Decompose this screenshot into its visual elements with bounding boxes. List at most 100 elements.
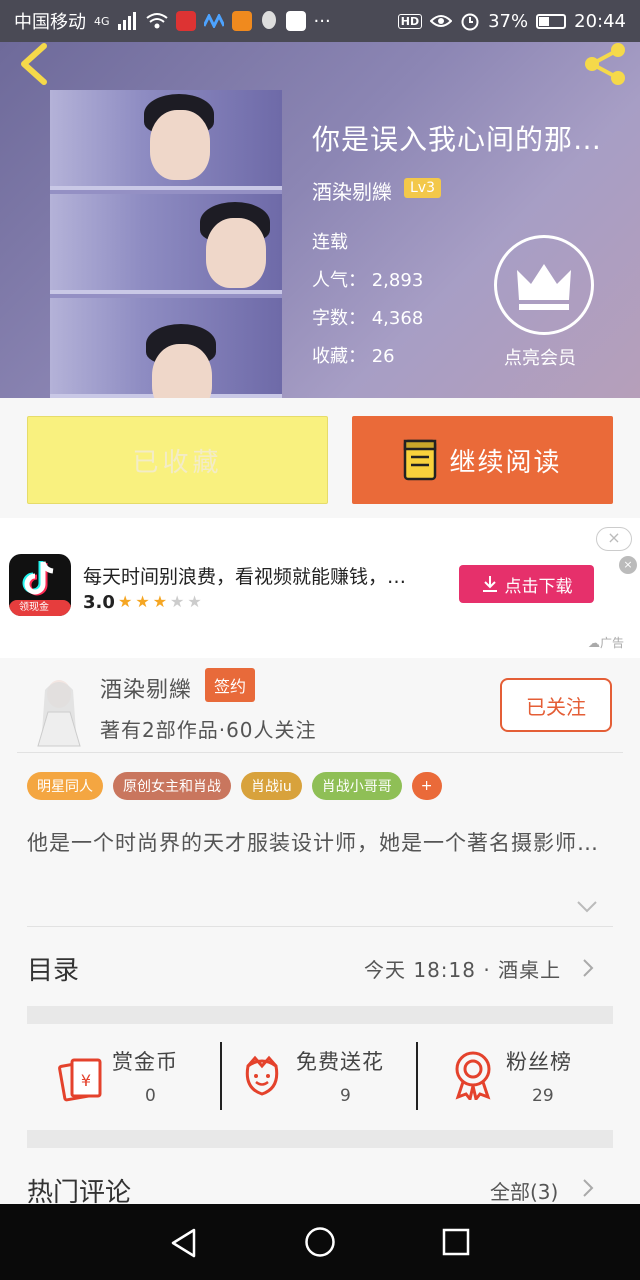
reward-coins-button[interactable]: ¥ (56, 1054, 104, 1106)
divider (220, 1042, 222, 1110)
qq-icon (261, 11, 276, 29)
system-nav-bar (0, 1204, 640, 1280)
favorites-row: 收藏： 26 (312, 342, 395, 368)
favorites-label: 收藏： (312, 346, 366, 367)
popularity-row: 人气： 2,893 (312, 266, 423, 292)
ad-label: ☁广告 (588, 634, 624, 651)
tag-item[interactable]: 原创女主和肖战 (113, 772, 231, 800)
star-icon: ★ (152, 592, 171, 611)
reward-coins-value: 0 (145, 1086, 156, 1106)
favorites-value: 26 (371, 346, 395, 367)
words-row: 字数： 4,368 (312, 304, 423, 330)
app-icon (203, 14, 224, 28)
tag-item[interactable]: 明星同人 (27, 772, 103, 800)
chevron-right-icon[interactable] (582, 958, 594, 978)
back-icon[interactable] (14, 42, 54, 86)
vip-label: 点亮会员 (504, 348, 576, 369)
back-nav-icon[interactable] (170, 1228, 198, 1258)
catalog-title[interactable]: 目录 (27, 950, 79, 987)
popularity-value: 2,893 (371, 270, 424, 291)
ad-download-button[interactable]: 点击下载 (459, 565, 594, 603)
clock: 20:44 (574, 10, 626, 32)
hd-badge: HD (397, 13, 423, 29)
battery-percent: 37% (488, 10, 529, 32)
ad-download-label: 点击下载 (504, 576, 573, 597)
follow-button[interactable]: 已关注 (500, 678, 612, 732)
words-value: 4,368 (371, 308, 424, 329)
alarm-icon (461, 13, 479, 31)
book-author[interactable]: 酒染剔纅 (312, 176, 392, 205)
recents-nav-icon[interactable] (442, 1228, 470, 1256)
download-icon (482, 576, 497, 592)
star-icon: ★ (187, 592, 205, 611)
network-label: 4G (94, 14, 110, 28)
ad-banner[interactable]: 领现金 每天时间别浪费，看视频就能赚钱，… 3.0 ★★★★★ 点击下载 × ×… (0, 518, 640, 658)
more-notifications: ··· (313, 10, 331, 32)
ad-text: 每天时间别浪费，看视频就能赚钱，… (83, 566, 407, 588)
continue-reading-label: 继续阅读 (449, 447, 562, 478)
chevron-right-icon[interactable] (582, 1178, 594, 1198)
details-section (0, 658, 640, 1204)
ad-rating: 3.0 (83, 592, 115, 613)
flower-icon (245, 1055, 279, 1096)
carrier-label: 中国移动 (14, 12, 86, 33)
favorited-button[interactable]: 已收藏 (27, 416, 328, 504)
ad-dismiss-button[interactable]: × (619, 556, 637, 574)
star-icon: ★ (135, 592, 153, 611)
book-description: 他是一个时尚界的天才服装设计师，她是一个著名摄影师… (27, 831, 599, 855)
author-name[interactable]: 酒染剔纅 (100, 672, 192, 704)
ad-stars: ★★★★★ (118, 592, 205, 611)
popularity-label: 人气： (312, 270, 366, 291)
author-avatar[interactable] (28, 672, 90, 748)
mic-app-icon (175, 11, 196, 31)
all-comments-link[interactable]: 全部(3) (490, 1176, 558, 1205)
star-icon: ★ (118, 592, 136, 611)
star-icon: ★ (170, 592, 188, 611)
catalog-latest[interactable]: 今天 18:18 · 酒桌上 (364, 954, 561, 983)
section-separator (27, 1006, 613, 1024)
signal-icon (117, 12, 136, 30)
cloud-icon: ☁ (588, 636, 600, 650)
free-flower-value: 9 (340, 1086, 351, 1106)
more-tags-button[interactable]: + (411, 772, 442, 800)
status-bar: 中国移动 4G ··· HD 37% 20:44 (0, 0, 640, 42)
words-label: 字数： (312, 308, 366, 329)
book-icon (404, 439, 437, 481)
divider (17, 752, 623, 753)
ad-icon-tag: 领现金 (9, 600, 71, 616)
svg-text:¥: ¥ (81, 1071, 91, 1090)
send-flower-button[interactable] (242, 1054, 282, 1104)
share-icon[interactable] (582, 42, 628, 88)
fans-ranking-label: 粉丝榜 (506, 1050, 572, 1074)
home-nav-icon[interactable] (304, 1226, 336, 1258)
expand-chevron-icon[interactable] (576, 900, 598, 914)
wifi-icon (145, 13, 168, 29)
video-app-icon (285, 11, 306, 31)
fans-ranking-button[interactable] (452, 1050, 494, 1104)
eye-icon (430, 15, 453, 27)
free-flower-label: 免费送花 (296, 1050, 384, 1074)
app-icon (231, 11, 252, 31)
tag-item[interactable]: 肖战iu (241, 772, 302, 800)
author-level-badge: Lv3 (404, 178, 441, 198)
ad-close-button[interactable]: × (596, 527, 632, 551)
divider (27, 926, 613, 927)
continue-reading-button[interactable]: 继续阅读 (352, 416, 613, 504)
crown-icon (517, 264, 571, 310)
book-cover[interactable] (50, 90, 282, 398)
ad-label-text: 广告 (600, 636, 625, 650)
signed-badge: 签约 (205, 668, 256, 702)
battery-icon (536, 13, 567, 29)
reward-coins-label: 赏金币 (112, 1050, 178, 1074)
section-separator (27, 1130, 613, 1148)
coin-envelope-icon: ¥ (58, 1058, 102, 1102)
tag-item[interactable]: 肖战小哥哥 (311, 772, 402, 800)
vip-button[interactable] (494, 235, 594, 335)
tag-row: 明星同人 原创女主和肖战 肖战iu 肖战小哥哥 + (27, 772, 442, 800)
book-title: 你是误入我心间的那… (312, 123, 603, 156)
fans-ranking-value: 29 (532, 1086, 554, 1106)
book-status: 连载 (312, 232, 348, 253)
tiktok-icon: 领现金 (9, 554, 71, 616)
author-works: 著有2部作品·60人关注 (100, 718, 317, 742)
divider (416, 1042, 418, 1110)
